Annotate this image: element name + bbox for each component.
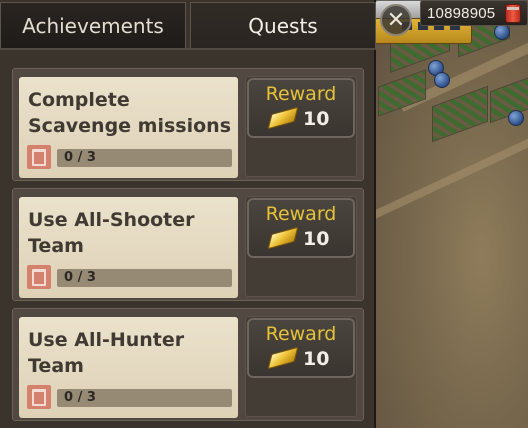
- reward-panel: Reward 10: [245, 196, 357, 297]
- gold-bar-icon: [267, 106, 299, 130]
- trash-icon[interactable]: [27, 265, 51, 289]
- tab-achievements-label: Achievements: [22, 13, 164, 38]
- tab-quests-label: Quests: [248, 13, 318, 38]
- reward-label: Reward: [265, 83, 337, 105]
- progress-text: 0 / 3: [64, 270, 96, 285]
- reward-button[interactable]: Reward 10: [247, 198, 355, 258]
- quest-title: Use All-Hunter Team: [28, 329, 185, 377]
- reward-button[interactable]: Reward 10: [247, 78, 355, 138]
- reward-amount: 10: [303, 348, 330, 370]
- progress-bar: 0 / 3: [57, 149, 232, 167]
- currency-display: 10898905: [420, 0, 528, 26]
- close-icon: ✕: [386, 7, 406, 33]
- progress-bar: 0 / 3: [57, 389, 232, 407]
- gold-bar-icon: [267, 346, 299, 370]
- close-button[interactable]: ✕: [380, 4, 412, 36]
- school-bus[interactable]: [372, 0, 528, 428]
- currency-value: 10898905: [427, 4, 496, 22]
- tab-quests[interactable]: Quests: [190, 2, 376, 48]
- gold-bar-icon: [267, 226, 299, 250]
- quest-item: Use All-Shooter Team 0 / 3 Reward 10: [12, 188, 364, 301]
- resource-can-icon: [505, 4, 521, 23]
- quest-panel: Achievements Quests Complete Scavenge mi…: [0, 0, 376, 428]
- quest-item: Use All-Hunter Team 0 / 3 Reward 10: [12, 308, 364, 421]
- quest-card: Use All-Shooter Team 0 / 3: [19, 197, 238, 298]
- tab-divider: [0, 48, 376, 50]
- trash-icon[interactable]: [27, 385, 51, 409]
- trash-icon[interactable]: [27, 145, 51, 169]
- reward-amount: 10: [303, 108, 330, 130]
- reward-amount: 10: [303, 228, 330, 250]
- quest-card: Use All-Hunter Team 0 / 3: [19, 317, 238, 418]
- progress-text: 0 / 3: [64, 150, 96, 165]
- tab-bar: Achievements Quests: [0, 0, 376, 50]
- quest-item: Complete Scavenge missions 0 / 3 Reward …: [12, 68, 364, 181]
- reward-label: Reward: [265, 323, 337, 345]
- quest-title: Complete Scavenge missions: [28, 89, 231, 137]
- progress-bar: 0 / 3: [57, 269, 232, 287]
- progress-text: 0 / 3: [64, 390, 96, 405]
- quest-card: Complete Scavenge missions 0 / 3: [19, 77, 238, 178]
- tab-achievements[interactable]: Achievements: [0, 2, 186, 48]
- reward-button[interactable]: Reward 10: [247, 318, 355, 378]
- reward-panel: Reward 10: [245, 316, 357, 417]
- quest-title: Use All-Shooter Team: [28, 209, 195, 257]
- reward-panel: Reward 10: [245, 76, 357, 177]
- reward-label: Reward: [265, 203, 337, 225]
